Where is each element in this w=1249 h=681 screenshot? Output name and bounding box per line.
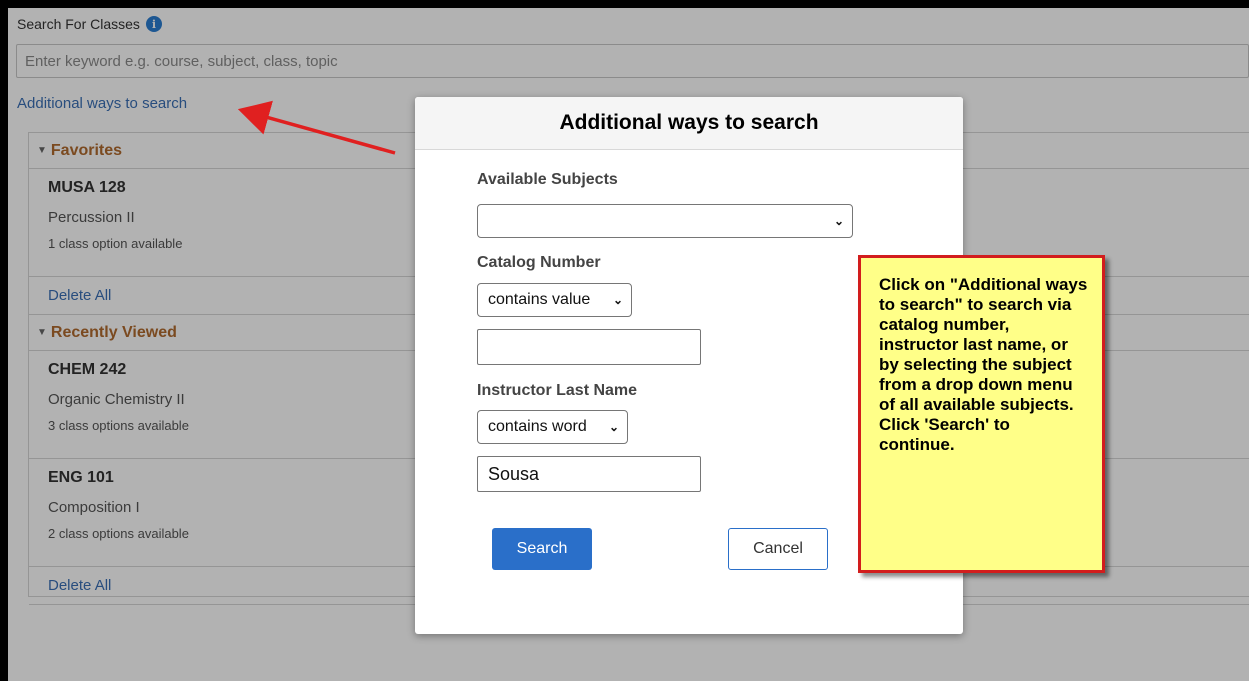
arrow-line bbox=[237, 100, 396, 155]
annotation-arrow bbox=[237, 100, 396, 155]
